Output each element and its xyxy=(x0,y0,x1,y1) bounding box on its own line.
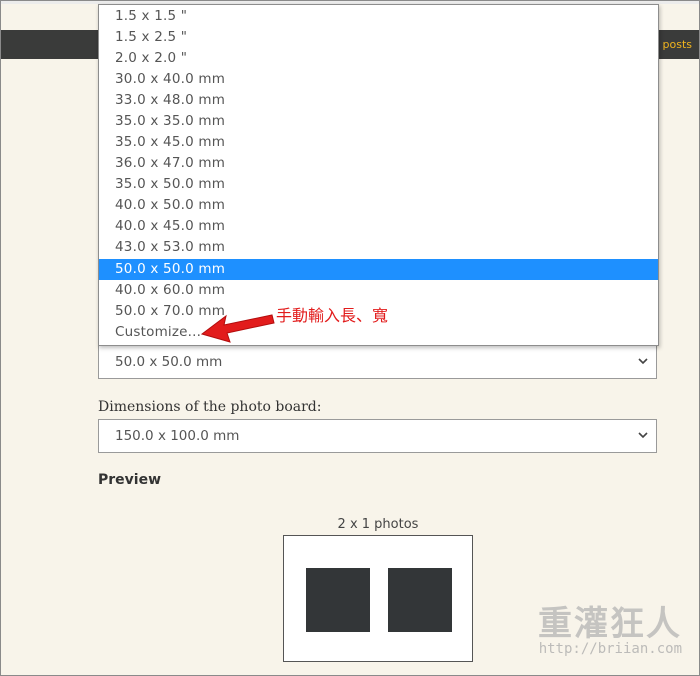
chevron-down-icon xyxy=(638,358,648,365)
dropdown-option[interactable]: 1.5 x 1.5 " xyxy=(99,6,658,27)
dropdown-option[interactable]: 40.0 x 60.0 mm xyxy=(99,280,658,301)
photo-size-select[interactable]: 50.0 x 50.0 mm xyxy=(98,345,657,379)
photo-size-dropdown-list[interactable]: 1.5 x 1.5 " 1.5 x 2.5 " 2.0 x 2.0 " 30.0… xyxy=(98,4,659,346)
watermark: 重灌狂人 http://briian.com xyxy=(538,596,682,657)
dropdown-option[interactable]: 40.0 x 50.0 mm xyxy=(99,195,658,216)
dropdown-option-selected[interactable]: 50.0 x 50.0 mm xyxy=(99,259,658,280)
dropdown-option[interactable]: 36.0 x 47.0 mm xyxy=(99,153,658,174)
watermark-brand: 重灌狂人 xyxy=(538,604,682,644)
chevron-down-icon xyxy=(638,432,648,439)
dropdown-option[interactable]: 43.0 x 53.0 mm xyxy=(99,237,658,258)
annotation-text: 手動輸入長、寬 xyxy=(276,306,389,325)
photo-thumbnail xyxy=(388,568,452,632)
dropdown-option[interactable]: 40.0 x 45.0 mm xyxy=(99,216,658,237)
photo-size-value: 50.0 x 50.0 mm xyxy=(115,354,223,370)
board-size-select[interactable]: 150.0 x 100.0 mm xyxy=(98,419,657,453)
board-dimensions-label: Dimensions of the photo board: xyxy=(98,399,322,415)
dropdown-option[interactable]: 35.0 x 50.0 mm xyxy=(99,174,658,195)
annotation-arrow-icon xyxy=(200,314,275,343)
photo-board-preview xyxy=(283,535,473,662)
dropdown-option[interactable]: 35.0 x 35.0 mm xyxy=(99,111,658,132)
dropdown-option[interactable]: 30.0 x 40.0 mm xyxy=(99,69,658,90)
dropdown-option[interactable]: 1.5 x 2.5 " xyxy=(99,27,658,48)
watermark-url: http://briian.com xyxy=(538,641,682,657)
dropdown-option[interactable]: 35.0 x 45.0 mm xyxy=(99,132,658,153)
dropdown-option[interactable]: 33.0 x 48.0 mm xyxy=(99,90,658,111)
photo-thumbnail xyxy=(306,568,370,632)
dropdown-option[interactable]: 2.0 x 2.0 " xyxy=(99,48,658,69)
board-size-value: 150.0 x 100.0 mm xyxy=(115,428,240,444)
photos-count-caption: 2 x 1 photos xyxy=(337,517,419,532)
preview-heading: Preview xyxy=(98,472,162,488)
